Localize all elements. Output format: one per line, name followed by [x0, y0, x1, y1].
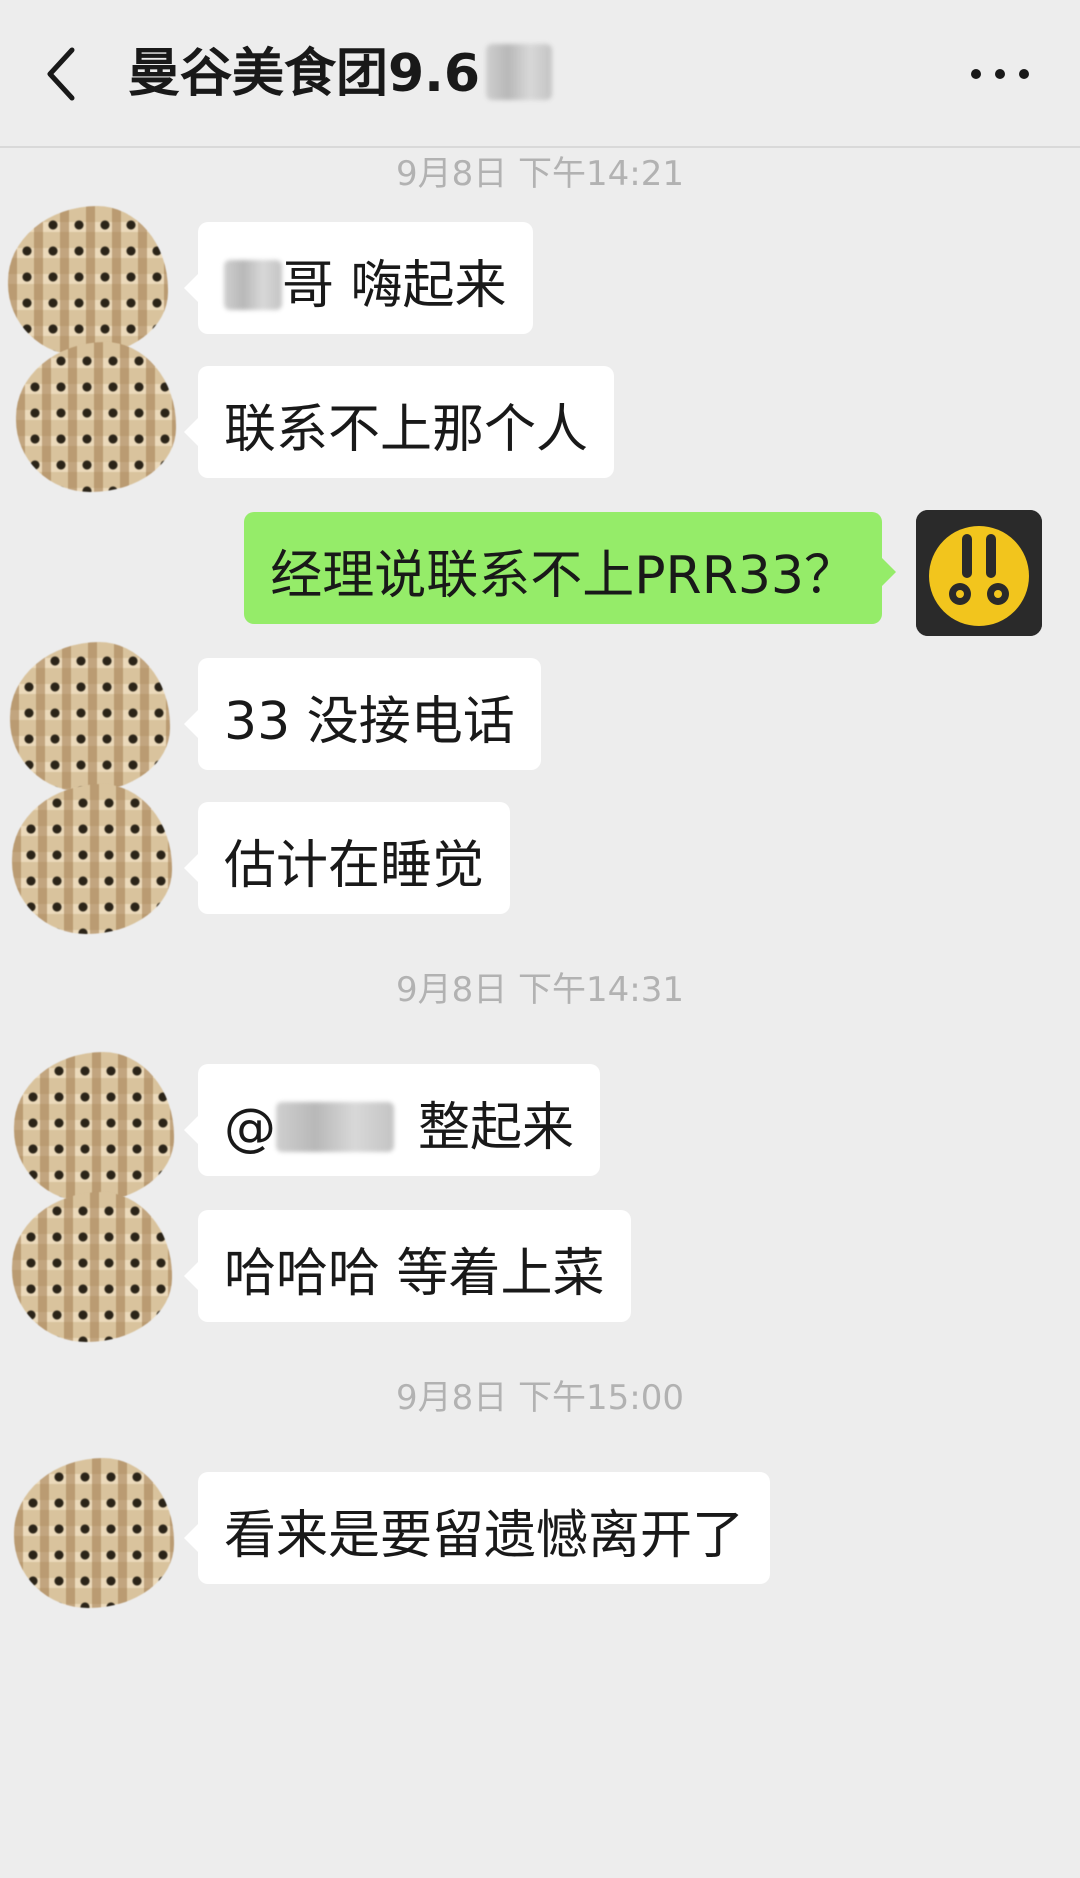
message-bubble[interactable]: 估计在睡觉 [183, 802, 511, 914]
redacted-name [224, 260, 282, 310]
redacted-name [276, 1102, 394, 1152]
rabbit-face-icon [916, 510, 1042, 636]
message-bubble[interactable]: 33 没接电话 [184, 658, 541, 770]
chat-title: 曼谷美食团9.6 [128, 38, 553, 110]
timestamp: 9月8日 下午14:21 [395, 154, 685, 194]
message-bubble[interactable]: 哥 嗨起来 [184, 222, 533, 334]
avatar[interactable] [14, 1052, 174, 1202]
message-bubble[interactable]: 联系不上那个人 [183, 366, 615, 478]
chat-header: 曼谷美食团9.6 [0, 0, 1080, 148]
timestamp: 9月8日 下午15:00 [395, 1378, 685, 1418]
message-text: 估计在睡觉 [224, 836, 485, 896]
avatar[interactable] [12, 1192, 172, 1342]
message-bubble[interactable]: 哈哈哈 等着上菜 [184, 1210, 631, 1322]
message-bubble[interactable]: @ 整起来 [183, 1064, 601, 1176]
self-avatar[interactable] [916, 510, 1042, 636]
message-text: 33 没接电话 [224, 692, 515, 752]
message-text: 看来是要留遗憾离开了 [224, 1506, 745, 1566]
avatar[interactable] [10, 642, 170, 792]
message-text: 整起来 [418, 1098, 575, 1158]
avatar[interactable] [12, 784, 172, 934]
message-text: 联系不上那个人 [224, 400, 589, 460]
redacted-title-suffix [486, 44, 553, 100]
message-prefix: @ [224, 1098, 276, 1158]
avatar[interactable] [8, 206, 168, 356]
chat-message-list[interactable]: 9月8日 下午14:21 哥 嗨起来 联系不上那个人 经理说联系不上PRR33？… [0, 148, 1080, 1878]
message-bubble[interactable]: 看来是要留遗憾离开了 [183, 1472, 771, 1584]
chevron-left-icon [47, 47, 75, 101]
timestamp: 9月8日 下午14:31 [395, 970, 685, 1010]
message-bubble-self[interactable]: 经理说联系不上PRR33？ [244, 512, 896, 624]
message-text: 哈哈哈 等着上菜 [224, 1244, 605, 1304]
avatar[interactable] [16, 342, 176, 492]
more-dots-icon [971, 69, 1029, 79]
message-text: 哥 嗨起来 [282, 256, 507, 316]
chat-title-text: 曼谷美食团9.6 [128, 44, 481, 104]
more-button[interactable] [960, 44, 1040, 104]
avatar[interactable] [14, 1458, 174, 1608]
message-text: 经理说联系不上PRR33？ [270, 546, 856, 606]
back-button[interactable] [28, 34, 108, 114]
